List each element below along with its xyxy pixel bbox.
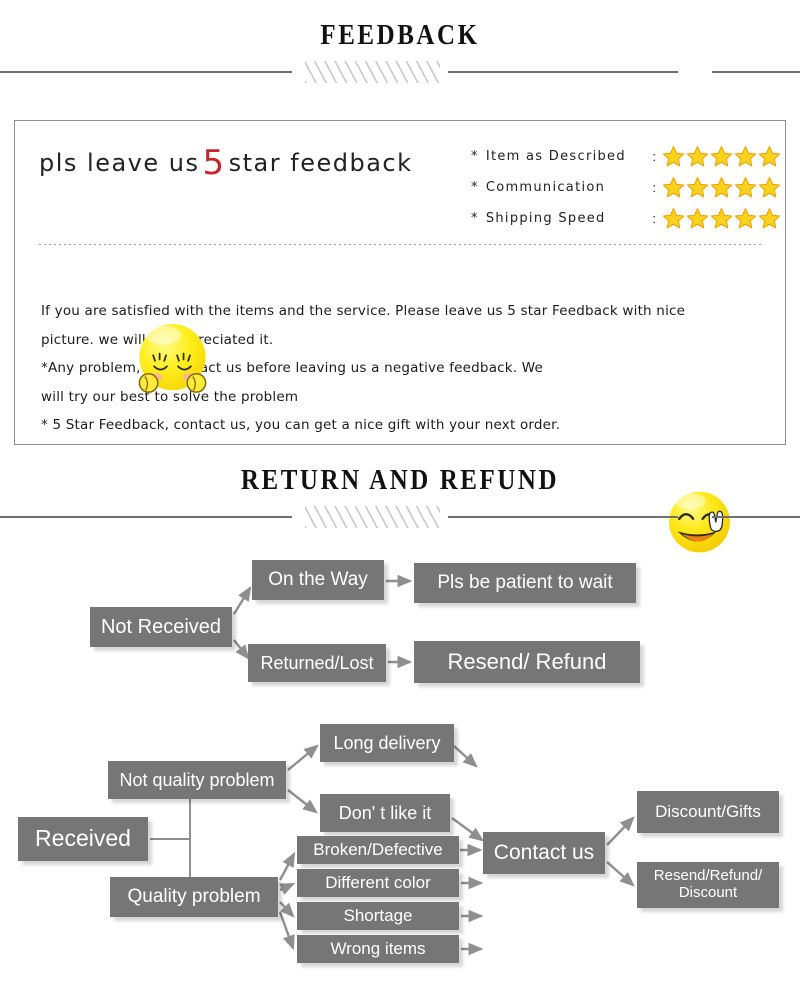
flow-node-label: Different color: [325, 873, 431, 893]
flow-node-on-the-way: On the Way: [252, 560, 384, 600]
rating-stars: [662, 145, 781, 168]
flow-node-label: Broken/Defective: [313, 840, 443, 860]
rule-line-right: [448, 515, 678, 518]
flow-node-label: Wrong items: [330, 939, 426, 959]
page-title-feedback: FEEDBACK: [320, 19, 480, 51]
flow-node-label: On the Way: [268, 569, 368, 591]
flow-node-resend-refund: Resend/ Refund: [414, 641, 640, 683]
star-icon: [758, 146, 781, 167]
rating-row: * Shipping Speed:: [471, 203, 781, 234]
flow-node-label: Contact us: [493, 841, 595, 865]
rating-colon: :: [652, 149, 656, 164]
feedback-section-header: FEEDBACK: [0, 19, 800, 83]
star-icon: [758, 208, 781, 229]
star-icon: [734, 146, 757, 167]
flow-node-label: Quality problem: [127, 886, 261, 908]
rule-line-left: [0, 70, 292, 73]
flow-node-different-color: Different color: [297, 869, 459, 897]
flow-node-label: Not Received: [100, 615, 222, 638]
flow-node-returned-lost: Returned/Lost: [248, 644, 386, 682]
star-icon: [686, 146, 709, 167]
flow-node-label: Received: [35, 825, 131, 852]
flow-node-shortage: Shortage: [297, 902, 459, 930]
page-title-return: RETURN AND REFUND: [240, 464, 560, 496]
flow-node-label: Resend/Refund/ Discount: [653, 867, 763, 901]
flow-node-label: Discount/Gifts: [655, 802, 761, 822]
flow-node-discount-gifts: Discount/Gifts: [637, 791, 779, 833]
flow-node-label: Shortage: [343, 906, 413, 926]
rating-label: Item as Described: [485, 149, 626, 164]
star-icon: [710, 146, 733, 167]
star-icon: [758, 177, 781, 198]
rating-colon: :: [652, 180, 656, 195]
rule-line-left: [0, 515, 292, 518]
headline-star-count: 5: [202, 143, 226, 183]
star-icon: [710, 177, 733, 198]
rating-bullet: *: [471, 180, 479, 195]
hatch-decoration: [305, 60, 440, 83]
flow-node-label: Not quality problem: [119, 769, 275, 790]
feedback-headline: pls leave us5 star feedback: [39, 143, 413, 183]
star-icon: [662, 146, 685, 167]
flow-node-label: Returned/Lost: [260, 652, 374, 673]
headline-text-after: star feedback: [228, 149, 413, 177]
rating-row: * Communication:: [471, 172, 781, 203]
star-icon: [734, 177, 757, 198]
hatch-decoration: [305, 505, 440, 528]
return-section-header: RETURN AND REFUND: [0, 464, 800, 528]
star-icon: [662, 208, 685, 229]
header-rule-return: [0, 505, 800, 528]
rating-bullet: *: [471, 149, 479, 164]
flow-node-label: Pls be patient to wait: [437, 572, 613, 594]
headline-text-before: pls leave us: [39, 149, 200, 177]
star-icon: [662, 177, 685, 198]
flow-node-quality-problem: Quality problem: [110, 877, 278, 917]
rating-stars: [662, 207, 781, 230]
dotted-divider: [39, 244, 763, 245]
flow-node-resend-discount: Resend/Refund/ Discount: [637, 862, 779, 908]
flow-node-long-delivery: Long delivery: [320, 724, 454, 762]
star-icon: [686, 177, 709, 198]
paragraph-line: * 5 Star Feedback, contact us, you can g…: [41, 417, 561, 433]
star-icon: [710, 208, 733, 229]
rating-label: Communication: [485, 180, 606, 195]
rating-label: Shipping Speed: [485, 211, 606, 226]
star-icon: [686, 208, 709, 229]
shy-face-emoji: [138, 324, 207, 393]
rule-line-right: [448, 70, 678, 73]
flow-node-label: Long delivery: [333, 732, 441, 753]
star-icon: [734, 208, 757, 229]
rule-line-far-right: [712, 515, 800, 518]
flow-node-label: Resend/ Refund: [447, 648, 607, 674]
flow-node-received: Received: [18, 817, 148, 861]
ratings-list: * Item as Described: * Communication: * Shipp…: [471, 141, 781, 234]
flow-node-contact-us: Contact us: [483, 832, 605, 874]
rating-stars: [662, 176, 781, 199]
flow-node-broken-defective: Broken/Defective: [297, 836, 459, 864]
flow-node-not-quality: Not quality problem: [108, 761, 286, 799]
flow-node-wrong-items: Wrong items: [297, 935, 459, 963]
flow-node-label: Don' t like it: [338, 802, 432, 823]
flow-node-pls-wait: Pls be patient to wait: [414, 563, 636, 603]
header-rule-feedback: [0, 60, 800, 83]
rating-row: * Item as Described:: [471, 141, 781, 172]
rating-colon: :: [652, 211, 656, 226]
rule-line-far-right: [712, 70, 800, 73]
rating-bullet: *: [471, 211, 479, 226]
feedback-box: pls leave us5 star feedback * Item as Desc…: [14, 120, 786, 553]
flow-node-not-received: Not Received: [90, 607, 232, 647]
flow-node-dont-like-it: Don' t like it: [320, 794, 450, 832]
